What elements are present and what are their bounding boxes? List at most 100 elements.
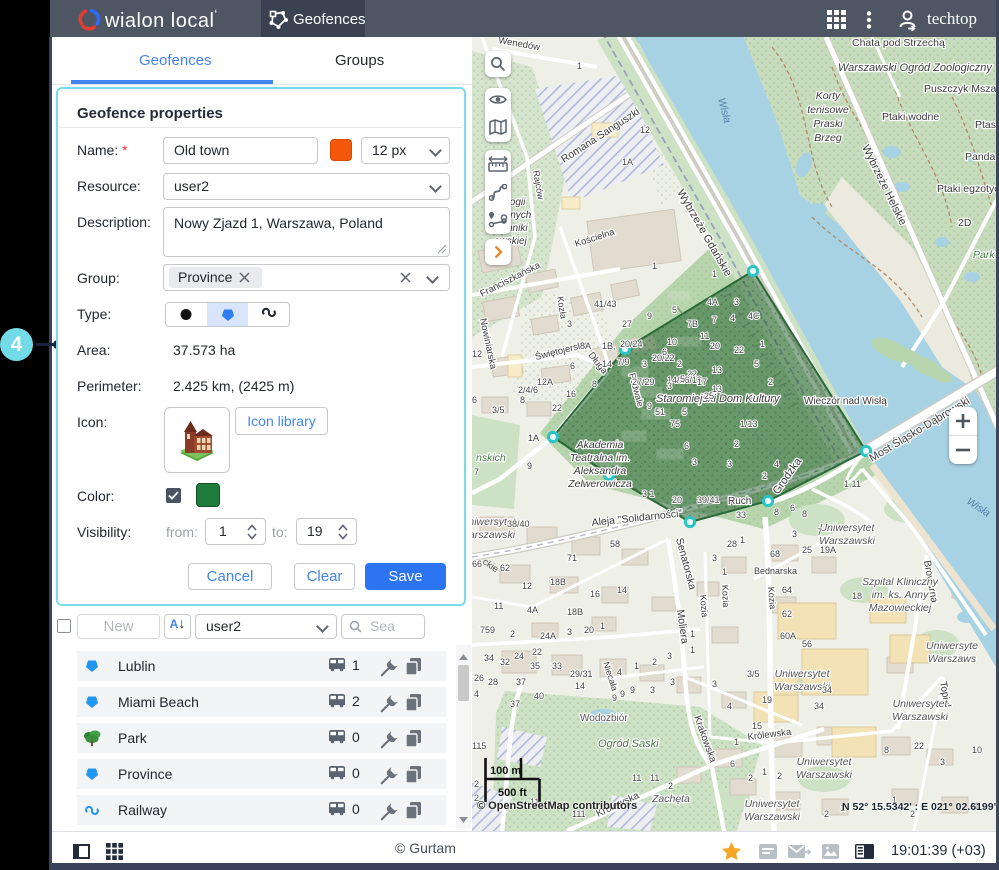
svg-text:41/43: 41/43 xyxy=(594,299,617,309)
svg-text:22: 22 xyxy=(552,403,562,413)
svg-text:34: 34 xyxy=(484,653,494,663)
svg-text:1: 1 xyxy=(712,269,717,279)
svg-text:2: 2 xyxy=(668,781,673,791)
svg-text:2: 2 xyxy=(677,359,682,369)
svg-text:3: 3 xyxy=(567,627,572,637)
svg-text:15: 15 xyxy=(752,721,762,731)
svg-text:5: 5 xyxy=(682,407,687,417)
svg-text:3/5: 3/5 xyxy=(747,669,760,679)
svg-text:1: 1 xyxy=(690,629,695,639)
svg-text:9: 9 xyxy=(620,689,625,699)
svg-text:18: 18 xyxy=(852,591,862,601)
svg-text:4A: 4A xyxy=(707,297,718,307)
svg-text:19A: 19A xyxy=(820,545,836,555)
svg-text:Bednarska: Bednarska xyxy=(754,566,797,576)
svg-text:500 ft: 500 ft xyxy=(498,787,527,799)
svg-text:Teatralna im.: Teatralna im. xyxy=(570,452,630,464)
svg-text:Warszaws: Warszaws xyxy=(928,653,977,665)
svg-text:4: 4 xyxy=(774,459,779,469)
svg-text:11: 11 xyxy=(632,773,641,783)
svg-text:Brzeg: Brzeg xyxy=(814,132,842,144)
svg-text:9: 9 xyxy=(630,685,635,695)
svg-text:39/41: 39/41 xyxy=(697,495,720,505)
svg-text:Akademia: Akademia xyxy=(576,439,624,451)
svg-text:Warszawski: Warszawski xyxy=(892,711,948,723)
svg-text:3: 3 xyxy=(727,459,732,469)
svg-text:arszawski: arszawski xyxy=(472,529,516,541)
svg-text:11: 11 xyxy=(700,331,709,341)
svg-text:7: 7 xyxy=(474,467,479,477)
svg-text:1A: 1A xyxy=(622,157,633,167)
svg-text:8: 8 xyxy=(520,395,525,405)
svg-text:Ptaki egzotyczn: Ptaki egzotyczn xyxy=(937,183,996,195)
svg-text:62: 62 xyxy=(500,563,510,573)
svg-text:2: 2 xyxy=(768,377,773,387)
svg-text:5: 5 xyxy=(754,359,759,369)
svg-text:Zelwerowicza: Zelwerowicza xyxy=(567,478,632,490)
svg-text:68: 68 xyxy=(770,549,780,559)
svg-text:Ruch: Ruch xyxy=(728,496,751,507)
svg-text:759: 759 xyxy=(480,625,495,635)
svg-text:0: 0 xyxy=(352,765,360,781)
svg-text:Ptasz: Ptasz xyxy=(975,119,996,131)
svg-text:34: 34 xyxy=(814,701,824,711)
svg-text:6: 6 xyxy=(730,759,735,769)
svg-text:18B: 18B xyxy=(567,607,583,617)
svg-text:32: 32 xyxy=(500,657,510,667)
svg-text:Kozia: Kozia xyxy=(766,586,778,609)
svg-text:Uniwersytet: Uniwersytet xyxy=(745,798,801,810)
svg-text:16: 16 xyxy=(566,389,576,399)
svg-text:13: 13 xyxy=(712,384,722,394)
svg-text:tenisowe: tenisowe xyxy=(807,104,849,116)
svg-text:100 m: 100 m xyxy=(490,765,521,777)
svg-text:71: 71 xyxy=(567,553,577,563)
svg-text:8: 8 xyxy=(592,379,597,389)
svg-text:5: 5 xyxy=(680,374,685,384)
svg-text:Ogród Saski: Ogród Saski xyxy=(598,738,659,750)
svg-text:2: 2 xyxy=(824,809,829,819)
svg-text:10: 10 xyxy=(667,337,677,347)
svg-text:12: 12 xyxy=(472,349,482,359)
svg-text:Wodozbiór: Wodozbiór xyxy=(580,713,628,724)
svg-text:58: 58 xyxy=(610,539,620,549)
svg-text:12: 12 xyxy=(640,125,650,135)
svg-text:Uniwersytet: Uniwersytet xyxy=(797,756,853,768)
svg-text:1B,: 1B, xyxy=(602,341,616,351)
svg-text:40: 40 xyxy=(534,691,544,701)
svg-text:9: 9 xyxy=(612,693,617,703)
svg-text:17: 17 xyxy=(697,377,707,387)
svg-text:20: 20 xyxy=(672,495,682,505)
svg-text:37: 37 xyxy=(510,699,520,709)
svg-text:3: 3 xyxy=(642,359,647,369)
svg-text:6: 6 xyxy=(662,347,667,357)
svg-text:18B: 18B xyxy=(550,577,566,587)
svg-text:19: 19 xyxy=(762,695,772,705)
svg-text:60A: 60A xyxy=(780,631,796,641)
svg-text:Panda m: Panda m xyxy=(965,151,996,163)
svg-text:3: 3 xyxy=(712,553,717,563)
svg-text:33: 33 xyxy=(736,510,746,520)
svg-text:4C: 4C xyxy=(748,311,760,321)
svg-text:9: 9 xyxy=(527,461,532,471)
svg-text:20/24: 20/24 xyxy=(620,339,643,349)
svg-text:26: 26 xyxy=(474,673,484,683)
svg-text:4: 4 xyxy=(617,667,622,677)
svg-text:14: 14 xyxy=(617,585,627,595)
svg-text:8: 8 xyxy=(802,509,807,519)
svg-text:24A: 24A xyxy=(540,631,556,641)
svg-text:10: 10 xyxy=(972,745,982,755)
svg-text:75: 75 xyxy=(670,419,680,429)
svg-text:1: 1 xyxy=(722,567,727,577)
svg-text:22: 22 xyxy=(734,345,744,355)
svg-text:9: 9 xyxy=(647,401,652,411)
svg-text:13: 13 xyxy=(712,365,722,375)
svg-text:Uniwersytet: Uniwersytet xyxy=(775,668,831,680)
svg-text:1A: 1A xyxy=(528,433,539,443)
svg-text:0: 0 xyxy=(352,801,360,817)
svg-text:28: 28 xyxy=(727,539,737,549)
svg-text:2: 2 xyxy=(734,439,739,449)
svg-text:8: 8 xyxy=(884,745,889,755)
svg-text:Warszawski Ogród Zoologiczny: Warszawski Ogród Zoologiczny xyxy=(838,62,993,74)
svg-text:8: 8 xyxy=(774,507,779,517)
svg-text:3: 3 xyxy=(692,457,697,467)
